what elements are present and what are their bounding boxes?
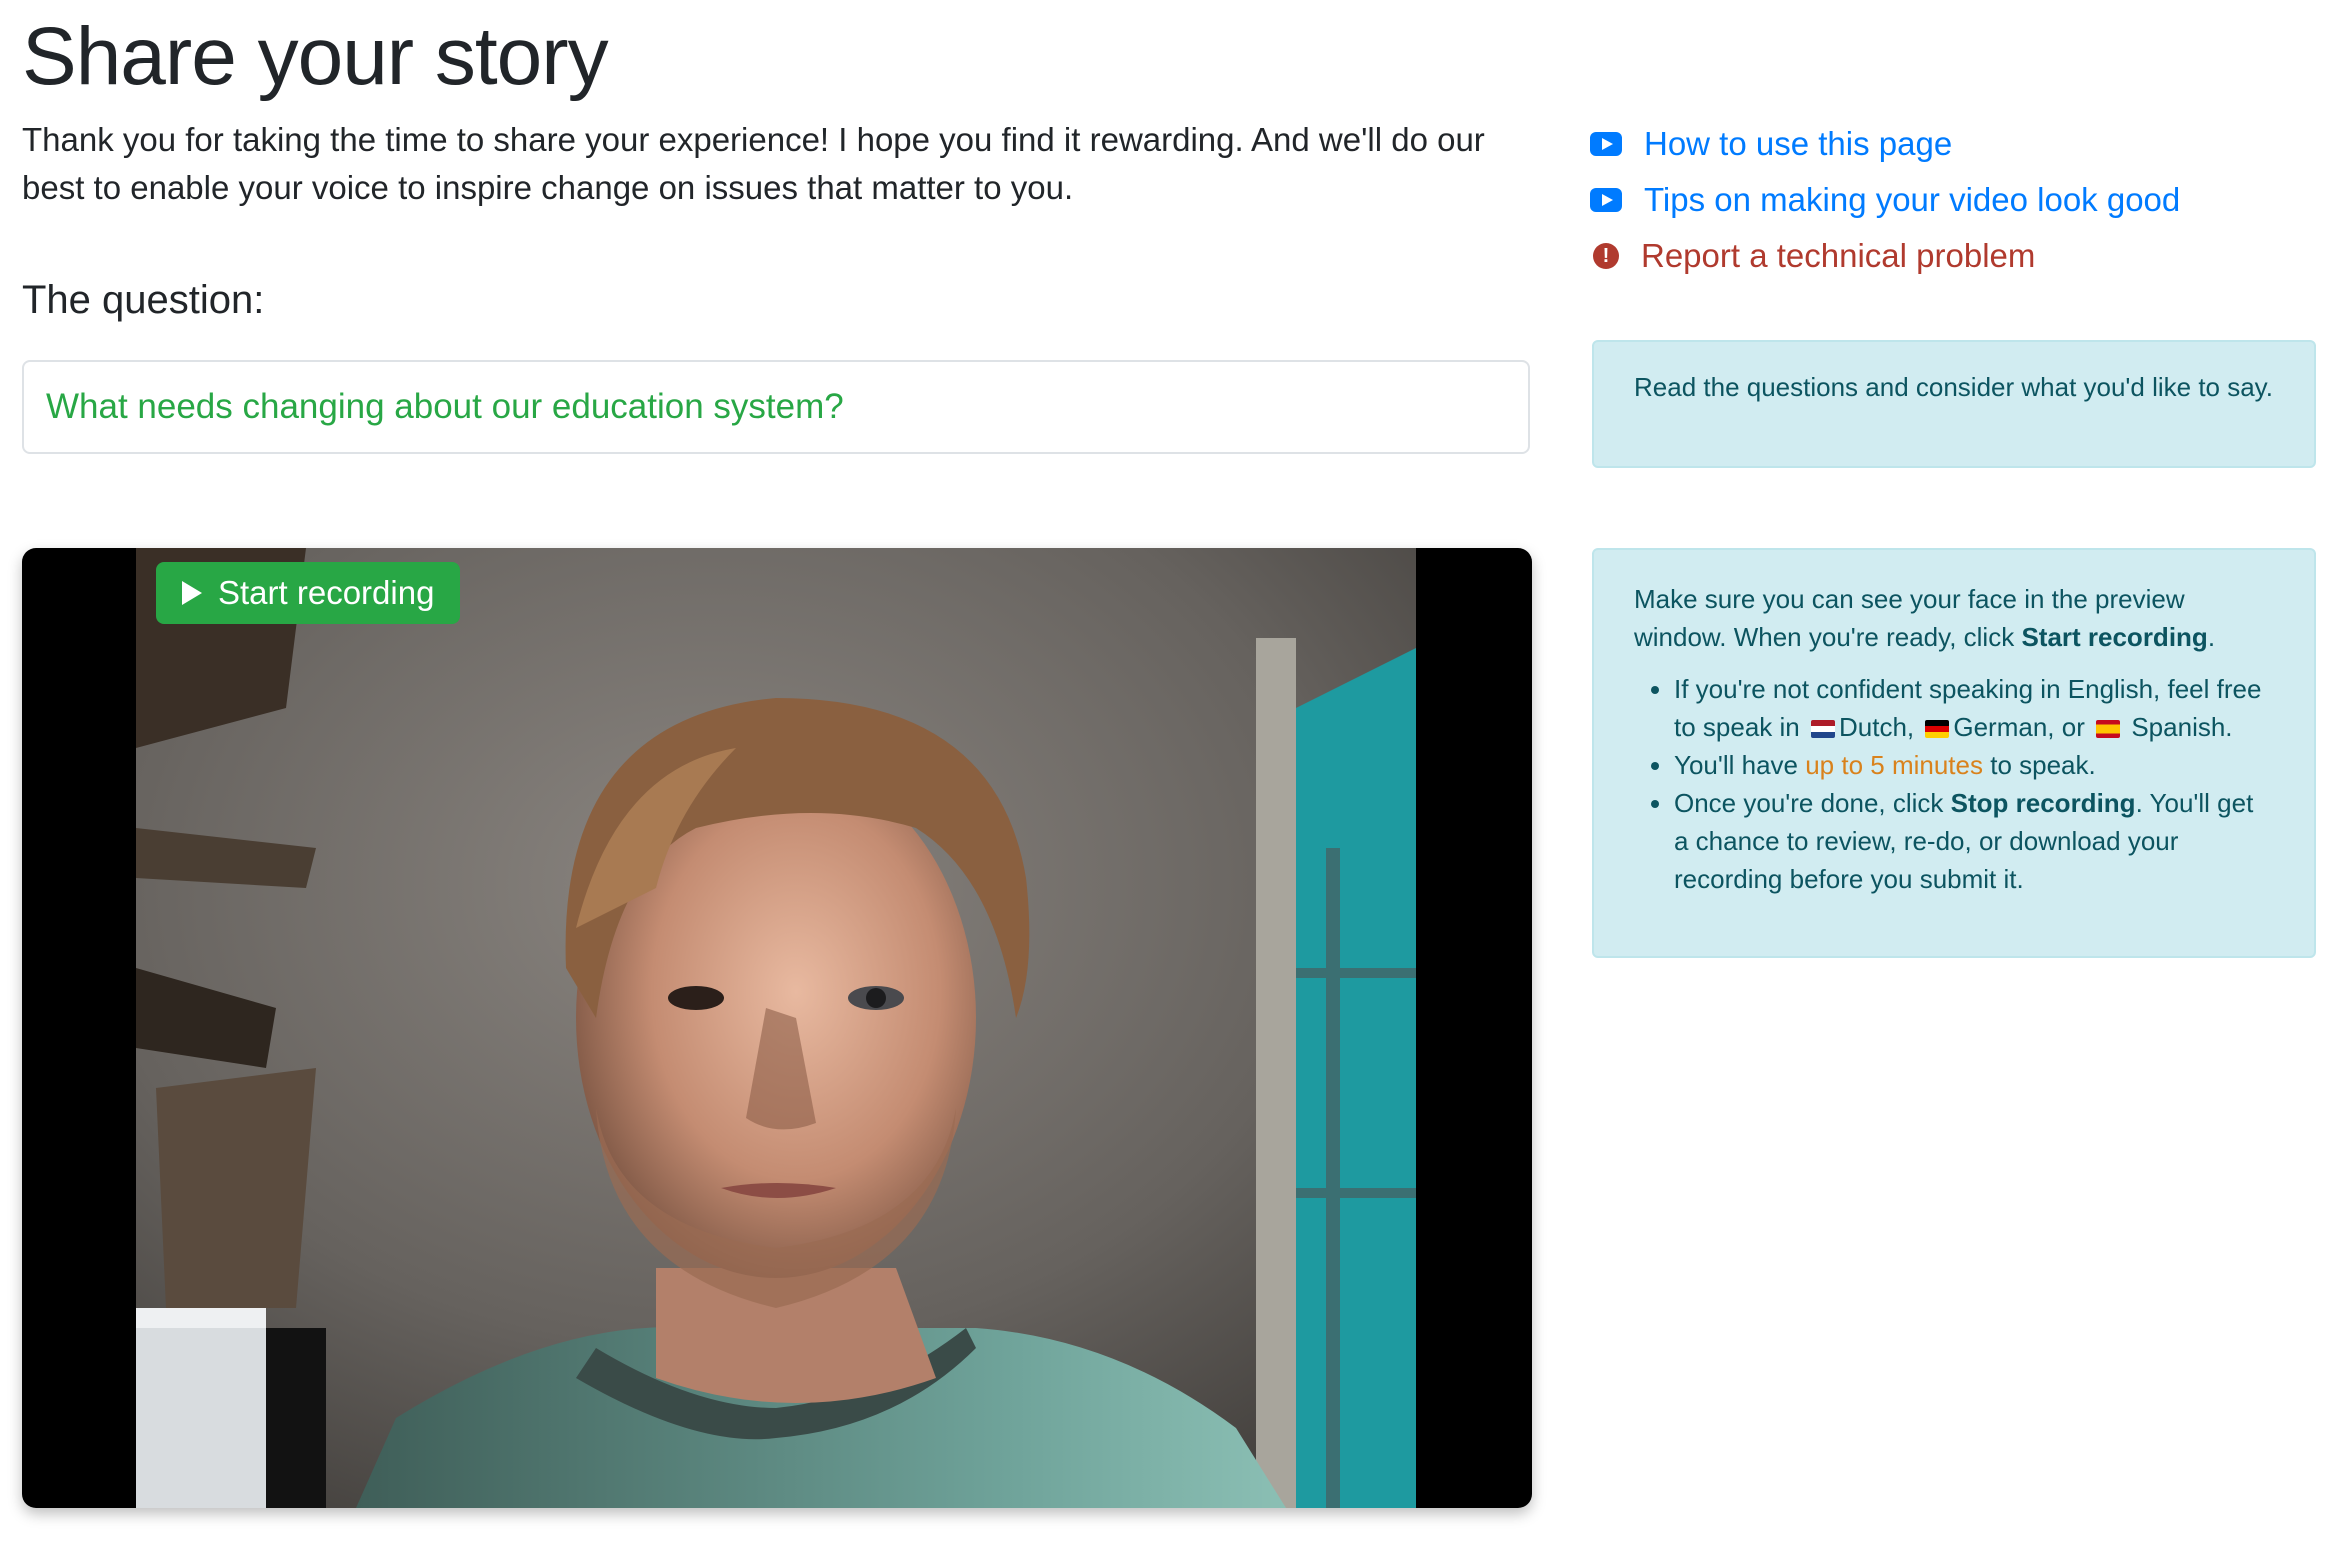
question-text: What needs changing about our education …: [46, 387, 844, 426]
bullet-stop-text: Once you're done, click: [1674, 788, 1951, 818]
bullet-time-end: to speak.: [1983, 750, 2096, 780]
link-report-problem-label: Report a technical problem: [1641, 237, 2036, 274]
youtube-play-icon: [1590, 188, 1622, 212]
spain-flag-icon: [2096, 720, 2121, 738]
exclamation-circle-icon: !: [1593, 243, 1619, 269]
question-box: What needs changing about our education …: [22, 360, 1530, 454]
intro-text: Thank you for taking the time to share y…: [22, 121, 1485, 206]
list-item: You'll have up to 5 minutes to speak.: [1674, 746, 2274, 784]
info-instructions-list: If you're not confident speaking in Engl…: [1634, 670, 2274, 898]
link-how-to-use[interactable]: How to use this page: [1590, 116, 2180, 172]
start-recording-button[interactable]: Start recording: [156, 562, 461, 624]
link-video-tips-label: Tips on making your video look good: [1644, 181, 2181, 218]
germany-flag-icon: [1925, 720, 1950, 738]
help-links: How to use this page Tips on making your…: [1590, 116, 2180, 284]
link-video-tips[interactable]: Tips on making your video look good: [1590, 172, 2180, 228]
language-german: German, or: [1953, 712, 2085, 742]
page-title: Share your story: [22, 11, 609, 102]
question-heading: The question:: [22, 278, 265, 322]
info-box-read-questions: Read the questions and consider what you…: [1592, 340, 2316, 468]
time-limit-highlight: up to 5 minutes: [1805, 750, 1983, 780]
link-report-problem[interactable]: ! Report a technical problem: [1590, 228, 2180, 284]
webcam-preview: [136, 548, 1416, 1508]
netherlands-flag-icon: [1810, 720, 1835, 738]
youtube-play-icon: [1590, 132, 1622, 156]
info-read-questions-text: Read the questions and consider what you…: [1634, 372, 2273, 402]
info-instructions-intro: Make sure you can see your face in the p…: [1634, 580, 2274, 656]
list-item: Once you're done, click Stop recording. …: [1674, 784, 2274, 898]
language-dutch: Dutch,: [1838, 712, 1915, 742]
play-icon: [182, 581, 202, 605]
list-item: If you're not confident speaking in Engl…: [1674, 670, 2274, 746]
info-intro-bold: Start recording: [2021, 622, 2208, 652]
info-box-recording-instructions: Make sure you can see your face in the p…: [1592, 548, 2316, 958]
language-spanish: Spanish.: [2131, 712, 2233, 742]
link-how-to-use-label: How to use this page: [1644, 125, 1953, 162]
bullet-time-text: You'll have: [1674, 750, 1806, 780]
info-intro-end: .: [2207, 622, 2216, 652]
video-preview-container: Start recording: [22, 548, 1532, 1508]
bullet-stop-bold: Stop recording: [1950, 788, 2136, 818]
start-recording-label: Start recording: [218, 574, 435, 611]
